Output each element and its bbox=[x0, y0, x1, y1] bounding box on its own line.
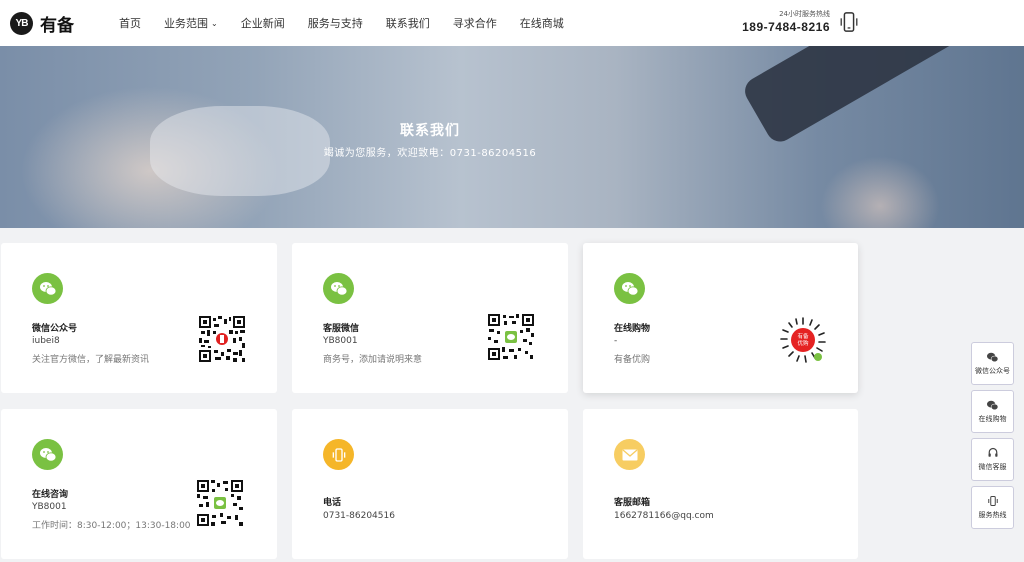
card-desc: 关注官方微信，了解最新资讯 bbox=[32, 355, 150, 365]
wechat-icon bbox=[614, 273, 645, 304]
wechat-icon bbox=[987, 400, 999, 410]
card-phone: 电话 0731-86204516 bbox=[292, 409, 568, 559]
wechat-icon bbox=[32, 439, 63, 470]
nav-item-contact[interactable]: 联系我们 bbox=[386, 15, 430, 31]
sidebar-item-label: 服务热线 bbox=[978, 511, 1007, 519]
card-online-shopping: 在线购物 - 有备优购 有备 优购 bbox=[583, 243, 858, 393]
mini-program-label-2: 优购 bbox=[797, 339, 809, 347]
mini-program-label-1: 有备 bbox=[797, 332, 809, 340]
card-value[interactable]: 1662781166@qq.com bbox=[614, 511, 714, 521]
nav-item-business-label: 业务范围 bbox=[164, 17, 208, 30]
phone-icon bbox=[987, 496, 998, 506]
card-desc: 工作时间：8:30-12:00；13:30-18:00 bbox=[32, 521, 191, 531]
card-title: 在线咨询 bbox=[32, 490, 69, 500]
sidebar-item-wechat-official[interactable]: 微信公众号 bbox=[971, 342, 1014, 385]
card-value: YB8001 bbox=[32, 502, 67, 512]
logo-mark: YB bbox=[10, 12, 33, 35]
sidebar-item-hotline[interactable]: 服务热线 bbox=[971, 486, 1014, 529]
card-desc: 商务号，添加请说明来意 bbox=[323, 355, 423, 365]
card-value: - bbox=[614, 336, 618, 346]
floating-toolbar: 微信公众号 在线购物 微信客服 服务热线 bbox=[971, 342, 1015, 534]
qr-code-image bbox=[197, 480, 243, 526]
card-title: 电话 bbox=[323, 498, 342, 508]
nav-item-cooperation[interactable]: 寻求合作 bbox=[453, 15, 497, 31]
card-title: 微信公众号 bbox=[32, 324, 78, 334]
chevron-down-icon: ⌄ bbox=[211, 18, 218, 28]
site-header: YB 有备 首页 业务范围 ⌄ 企业新闻 服务与支持 联系我们 寻求合作 在线商城… bbox=[0, 0, 1024, 46]
card-value: YB8001 bbox=[323, 336, 358, 346]
page-subtitle: 竭诚为您服务，欢迎致电：0731-86204516 bbox=[323, 148, 537, 159]
headset-icon bbox=[988, 447, 997, 457]
nav-item-business[interactable]: 业务范围 ⌄ bbox=[164, 15, 218, 31]
card-title: 在线购物 bbox=[614, 324, 651, 334]
hero-banner: 联系我们 竭诚为您服务，欢迎致电：0731-86204516 bbox=[0, 46, 1024, 228]
mail-icon bbox=[614, 439, 645, 470]
nav-item-home[interactable]: 首页 bbox=[119, 15, 141, 31]
card-online-consult: 在线咨询 YB8001 工作时间：8:30-12:00；13:30-18:00 bbox=[1, 409, 277, 559]
main-nav: 首页 业务范围 ⌄ 企业新闻 服务与支持 联系我们 寻求合作 在线商城 bbox=[119, 15, 587, 31]
card-wechat-official: 微信公众号 iubei8 关注官方微信，了解最新资讯 bbox=[1, 243, 277, 393]
page-title: 联系我们 bbox=[400, 123, 460, 139]
sidebar-item-label: 微信公众号 bbox=[975, 366, 1010, 375]
mini-program-code-image: 有备 优购 bbox=[780, 317, 826, 363]
card-desc: 有备优购 bbox=[614, 355, 651, 365]
phone-vibrate-icon bbox=[840, 12, 858, 32]
card-title: 客服微信 bbox=[323, 324, 360, 334]
sidebar-item-wechat-service[interactable]: 微信客服 bbox=[971, 438, 1014, 481]
hotline: 24小时服务热线 189-7484-8216 bbox=[742, 9, 830, 34]
qr-code-image bbox=[488, 314, 534, 360]
wechat-icon bbox=[323, 273, 354, 304]
sidebar-item-shopping[interactable]: 在线购物 bbox=[971, 390, 1014, 433]
phone-icon bbox=[323, 439, 354, 470]
wechat-icon bbox=[987, 352, 999, 362]
qr-code-image bbox=[199, 316, 245, 362]
banner-hand bbox=[820, 156, 940, 228]
sidebar-item-label: 在线购物 bbox=[978, 414, 1007, 423]
logo-text: 有备 bbox=[40, 16, 74, 36]
card-service-wechat: 客服微信 YB8001 商务号，添加请说明来意 bbox=[292, 243, 568, 393]
card-value[interactable]: 0731-86204516 bbox=[323, 511, 395, 521]
card-value: iubei8 bbox=[32, 336, 60, 346]
nav-item-news[interactable]: 企业新闻 bbox=[241, 15, 285, 31]
card-email: 客服邮箱 1662781166@qq.com bbox=[583, 409, 858, 559]
wechat-icon bbox=[32, 273, 63, 304]
hotline-label: 24小时服务热线 bbox=[779, 10, 830, 18]
nav-item-support[interactable]: 服务与支持 bbox=[308, 15, 363, 31]
nav-item-shop[interactable]: 在线商城 bbox=[520, 15, 564, 31]
hotline-number[interactable]: 189-7484-8216 bbox=[742, 20, 830, 34]
sidebar-item-label: 微信客服 bbox=[978, 463, 1007, 471]
card-title: 客服邮箱 bbox=[614, 498, 651, 508]
logo[interactable]: YB 有备 bbox=[10, 11, 74, 36]
